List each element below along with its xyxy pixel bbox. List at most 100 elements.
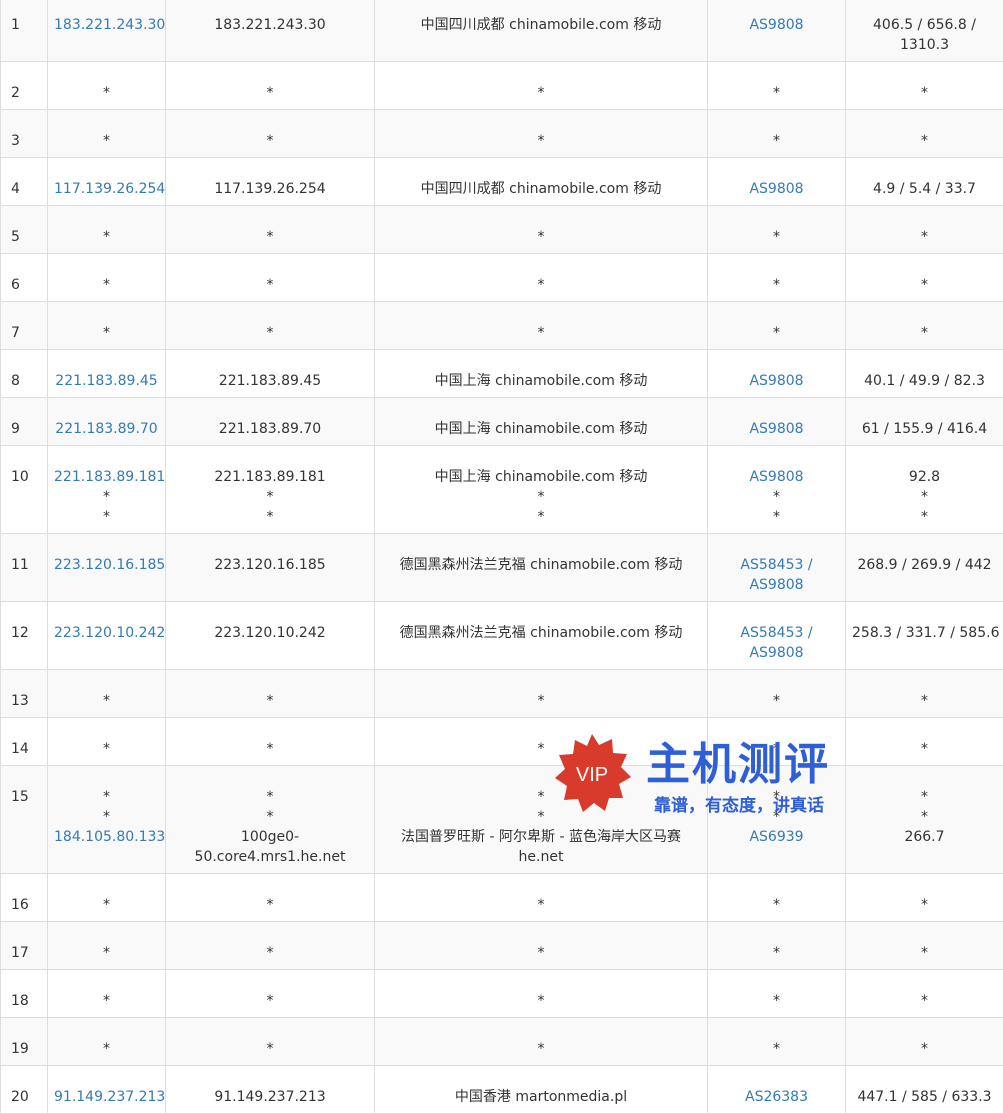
asn-cell: AS58453 /AS9808	[708, 602, 846, 670]
latency-text: 4.9 / 5.4 / 33.7	[852, 179, 997, 199]
asn-cell: *	[708, 62, 846, 110]
asn-link[interactable]: AS26383	[714, 1087, 839, 1107]
hostname-cell: 221.183.89.181**	[166, 446, 375, 534]
latency-text: 1310.3	[852, 35, 997, 55]
hop-number: 12	[11, 623, 47, 643]
latency-text: 40.1 / 49.9 / 82.3	[852, 371, 997, 391]
ip-link[interactable]: 221.183.89.181	[54, 467, 159, 487]
asn-link[interactable]: AS58453 /	[714, 555, 839, 575]
ip-link[interactable]: 184.105.80.133	[54, 827, 159, 847]
latency-text: *	[852, 807, 997, 827]
asn-link[interactable]: AS9808	[714, 467, 839, 487]
ip-link[interactable]: 221.183.89.45	[54, 371, 159, 391]
location-text: *	[381, 739, 701, 759]
ip-text: *	[54, 507, 159, 527]
hostname-text: *	[172, 227, 368, 247]
ip-link[interactable]: 223.120.16.185	[54, 555, 159, 575]
asn-link[interactable]: AS9808	[714, 643, 839, 663]
table-row: 14*****	[1, 718, 1003, 766]
latency-cell: 61 / 155.9 / 416.4	[846, 398, 1003, 446]
ip-text: *	[54, 83, 159, 103]
location-text: 中国上海 chinamobile.com 移动	[381, 371, 701, 391]
asn-text: *	[714, 991, 839, 1011]
hostname-text: 50.core4.mrs1.he.net	[172, 847, 368, 867]
ip-cell: 221.183.89.181**	[48, 446, 166, 534]
hostname-cell: *	[166, 670, 375, 718]
table-row: 5*****	[1, 206, 1003, 254]
hop-number: 17	[11, 943, 47, 963]
latency-text: 266.7	[852, 827, 997, 847]
asn-cell: *	[708, 922, 846, 970]
location-text: 德国黑森州法兰克福 chinamobile.com 移动	[381, 623, 701, 643]
asn-text: *	[714, 807, 839, 827]
location-text: *	[381, 895, 701, 915]
hop-number-cell: 9	[1, 398, 48, 446]
latency-cell: *	[846, 970, 1003, 1018]
asn-link[interactable]: AS6939	[714, 827, 839, 847]
asn-text: *	[714, 487, 839, 507]
location-cell: *	[375, 1018, 708, 1066]
hop-number: 7	[11, 323, 47, 343]
ip-link[interactable]: 183.221.243.30	[54, 15, 159, 35]
hop-number: 14	[11, 739, 47, 759]
hostname-text: 223.120.10.242	[172, 623, 368, 643]
hostname-text: 183.221.243.30	[172, 15, 368, 35]
location-text: *	[381, 323, 701, 343]
asn-text: *	[714, 83, 839, 103]
hop-number-cell: 4	[1, 158, 48, 206]
latency-text: 447.1 / 585 / 633.3	[852, 1087, 997, 1107]
latency-text: *	[852, 227, 997, 247]
table-row: 1183.221.243.30183.221.243.30中国四川成都 chin…	[1, 0, 1003, 62]
latency-cell: 406.5 / 656.8 /1310.3	[846, 0, 1003, 62]
asn-link[interactable]: AS9808	[714, 419, 839, 439]
hostname-text: *	[172, 83, 368, 103]
latency-text: 258.3 / 331.7 / 585.6	[852, 623, 997, 643]
latency-text: 92.8	[852, 467, 997, 487]
location-text: *	[381, 1039, 701, 1059]
asn-link[interactable]: AS9808	[714, 575, 839, 595]
latency-cell: *	[846, 874, 1003, 922]
asn-link[interactable]: AS9808	[714, 371, 839, 391]
ip-cell: *	[48, 670, 166, 718]
table-row: 9221.183.89.70221.183.89.70中国上海 chinamob…	[1, 398, 1003, 446]
ip-text: *	[54, 739, 159, 759]
ip-link[interactable]: 221.183.89.70	[54, 419, 159, 439]
location-text: *	[381, 991, 701, 1011]
location-text: *	[381, 275, 701, 295]
table-row: 12 223.120.10.242 223.120.10.242 德国黑森州法兰克福 …	[1, 602, 1003, 670]
hop-number: 6	[11, 275, 47, 295]
hostname-cell: 91.149.237.213	[166, 1066, 375, 1114]
asn-link[interactable]: AS9808	[714, 179, 839, 199]
table-row: 6*****	[1, 254, 1003, 302]
ip-link[interactable]: 117.139.26.254	[54, 179, 159, 199]
latency-cell: *	[846, 922, 1003, 970]
location-text: *	[381, 691, 701, 711]
latency-text: *	[852, 787, 997, 807]
asn-cell: AS9808	[708, 350, 846, 398]
latency-text: *	[852, 943, 997, 963]
asn-link[interactable]: AS9808	[714, 15, 839, 35]
asn-link[interactable]: AS58453 /	[714, 623, 839, 643]
location-text: he.net	[381, 847, 701, 867]
hop-number-cell: 16	[1, 874, 48, 922]
latency-cell: **266.7	[846, 766, 1003, 874]
ip-link[interactable]: 91.149.237.213	[54, 1087, 159, 1107]
ip-text: *	[54, 943, 159, 963]
location-text: *	[381, 131, 701, 151]
ip-cell: *	[48, 62, 166, 110]
hostname-text: *	[172, 991, 368, 1011]
latency-cell: *	[846, 62, 1003, 110]
table-row: 2091.149.237.21391.149.237.213中国香港 marto…	[1, 1066, 1003, 1114]
asn-cell: AS9808	[708, 0, 846, 62]
table-row: 13*****	[1, 670, 1003, 718]
asn-cell: *	[708, 302, 846, 350]
latency-text: 268.9 / 269.9 / 442	[852, 555, 997, 575]
hop-number-cell: 13	[1, 670, 48, 718]
asn-cell: *	[708, 874, 846, 922]
hostname-cell: *	[166, 206, 375, 254]
ip-link[interactable]: 223.120.10.242	[54, 623, 159, 643]
location-cell: *	[375, 922, 708, 970]
latency-cell: 92.8**	[846, 446, 1003, 534]
location-cell: *	[375, 254, 708, 302]
location-text: *	[381, 227, 701, 247]
